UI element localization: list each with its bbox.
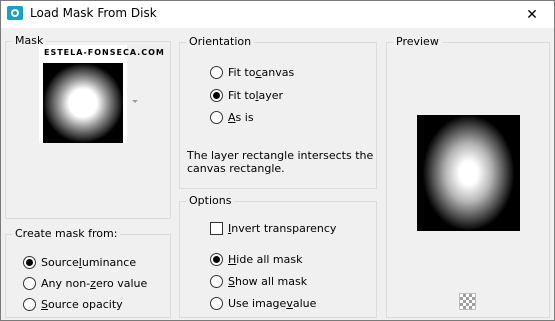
invert-transparency-checkbox[interactable]: Invert transparency	[210, 220, 336, 236]
radio-show-all-mask[interactable]: Show all mask	[210, 273, 307, 289]
orientation-description: The layer rectangle intersects the canva…	[187, 149, 374, 175]
preview-legend: Preview	[393, 35, 442, 49]
title-bar[interactable]: Load Mask From Disk ✕	[1, 1, 554, 28]
checkbox-indicator	[210, 221, 223, 235]
window-title: Load Mask From Disk	[30, 6, 157, 20]
radio-indicator	[210, 65, 223, 79]
radio-indicator	[23, 276, 36, 290]
create-mask-from-legend: Create mask from:	[12, 227, 121, 241]
radio-indicator	[210, 252, 223, 266]
radio-any-non-zero[interactable]: Any non-z ero value	[23, 275, 147, 291]
app-logo-icon	[7, 6, 23, 20]
radio-indicator	[23, 297, 36, 311]
radio-indicator	[210, 296, 223, 310]
radio-source-opacity[interactable]: Source opacity	[23, 296, 123, 312]
radio-indicator	[210, 88, 223, 102]
orientation-legend: Orientation	[186, 35, 255, 49]
close-button[interactable]: ✕	[510, 1, 554, 28]
dialog-window: Load Mask From Disk ✕ Mask ESTELA-FONSEC…	[0, 0, 555, 321]
mask-selector[interactable]: ESTELA-FONSECA.COM	[39, 45, 164, 143]
radio-indicator	[210, 110, 223, 124]
radio-use-image-value[interactable]: Use image v alue	[210, 295, 316, 311]
radio-fit-to-canvas[interactable]: Fit to c anvas	[210, 64, 294, 80]
radio-indicator	[210, 274, 223, 288]
chevron-down-icon[interactable]	[132, 100, 138, 103]
mask-thumbnail	[43, 63, 123, 143]
transparency-toggle-icon[interactable]	[459, 293, 476, 310]
options-legend: Options	[186, 194, 235, 208]
preview-image	[417, 115, 520, 231]
radio-source-luminance[interactable]: Source l uminance	[23, 254, 136, 270]
radio-indicator	[23, 255, 36, 269]
mask-caption: ESTELA-FONSECA.COM	[44, 48, 165, 57]
radio-fit-to-layer[interactable]: Fit to l ayer	[210, 87, 283, 103]
radio-as-is[interactable]: As is	[210, 109, 254, 125]
radio-hide-all-mask[interactable]: Hide all mask	[210, 251, 303, 267]
